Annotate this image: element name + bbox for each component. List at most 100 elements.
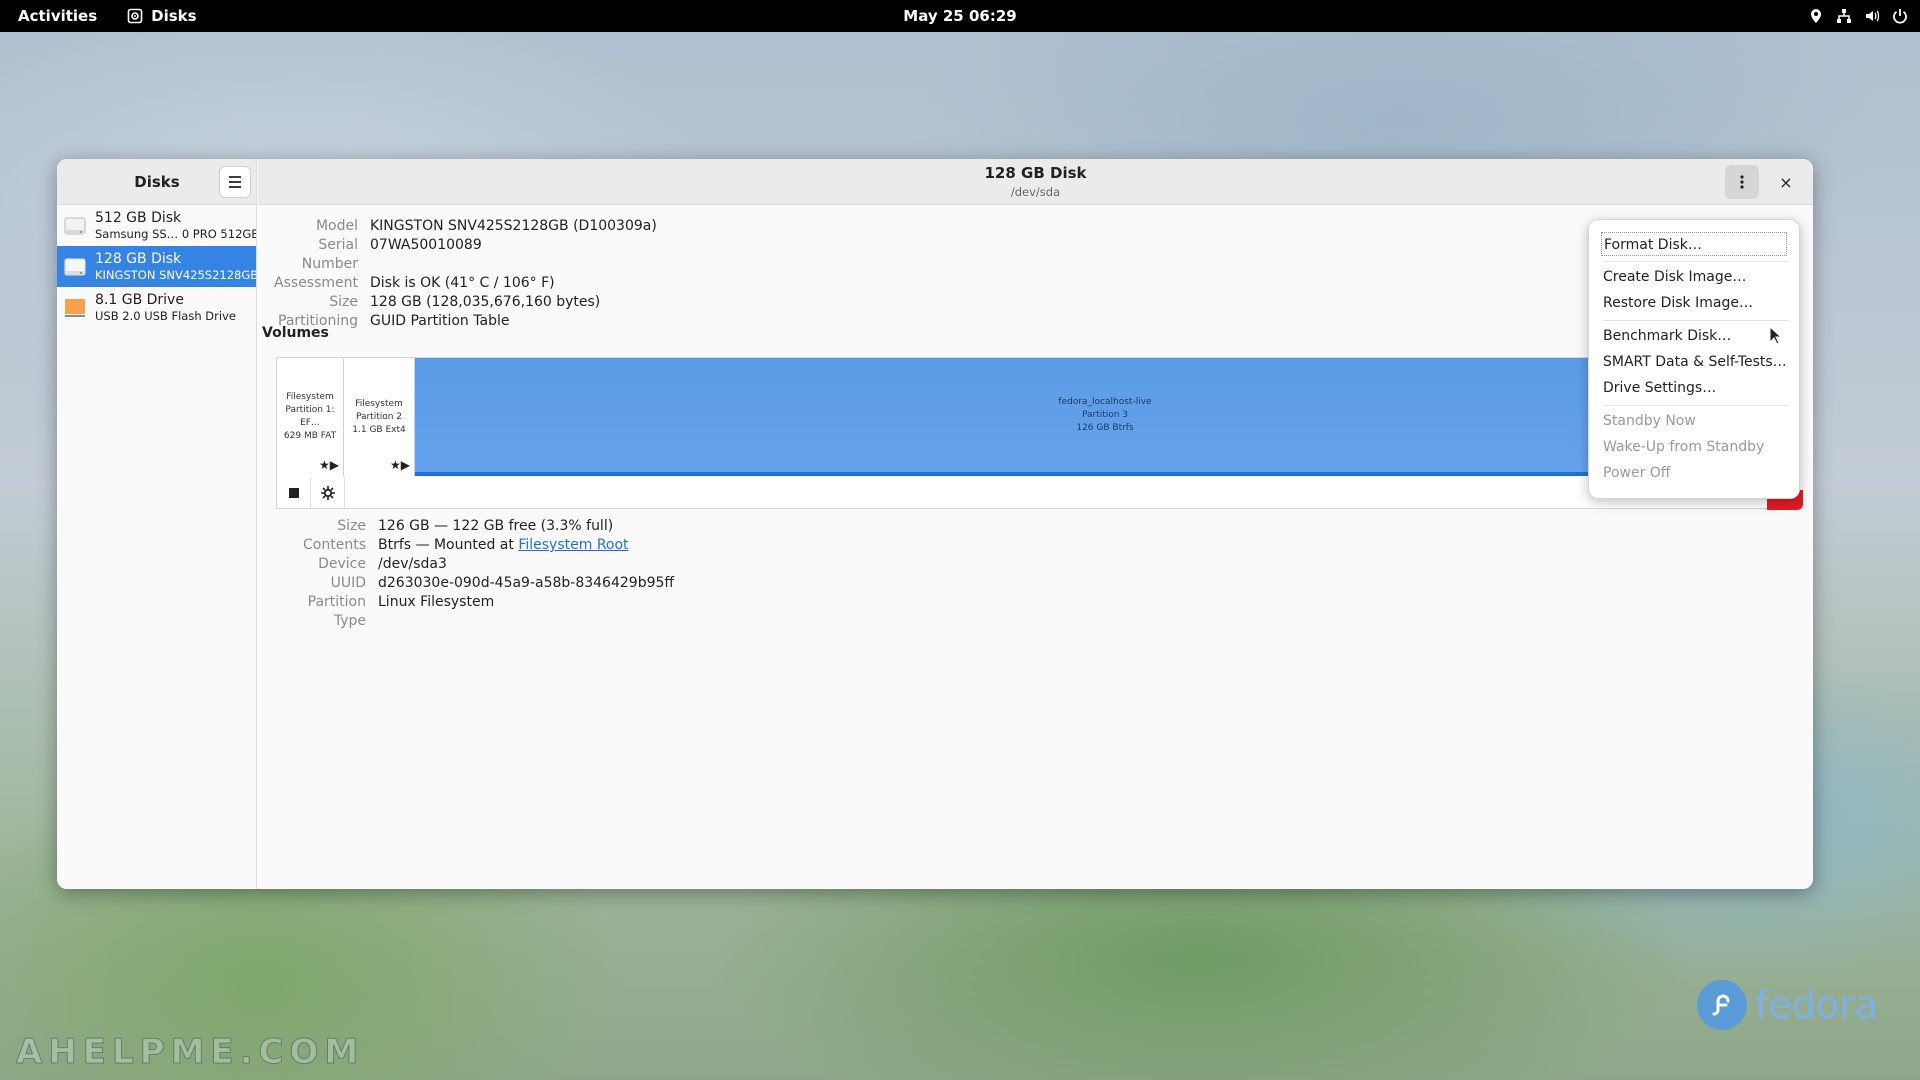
info-value: 126 GB — 122 GB free (3.3% full)	[378, 518, 614, 534]
info-key: Size	[337, 518, 366, 534]
menu-item-restore-image[interactable]: Restore Disk Image…	[1603, 291, 1789, 315]
disk-name: 8.1 GB Drive	[95, 291, 184, 308]
partition-1[interactable]: Filesystem Partition 1: EF… 629 MB FAT ★…	[277, 358, 344, 476]
info-value: Disk is OK (41° C / 106° F)	[370, 275, 555, 291]
info-row-model: Model KINGSTON SNV425S2128GB (D100309a)	[262, 217, 657, 236]
location-icon	[1811, 9, 1821, 23]
info-key: Device	[318, 556, 366, 572]
status-menu[interactable]	[1808, 0, 1908, 32]
mouse-pointer-icon	[1769, 326, 1783, 345]
partition-name: Partition 3	[1081, 409, 1129, 420]
hdd-icon	[64, 258, 86, 275]
partition-size: 1.1 GB Ext4	[352, 424, 406, 435]
gears-icon	[320, 486, 335, 500]
disk-model: USB 2.0 USB Flash Drive	[95, 308, 236, 323]
info-key: Contents	[303, 537, 366, 553]
info-value: d263030e-090d-45a9-a58b-8346429b95ff	[378, 575, 675, 591]
top-bar: Activities Disks May 25 06:29	[0, 0, 1920, 32]
info-value: 128 GB (128,035,676,160 bytes)	[370, 294, 601, 310]
fedora-mark-icon	[1697, 980, 1747, 1030]
clock[interactable]: May 25 06:29	[0, 7, 1920, 25]
drive-options-button[interactable]	[1725, 165, 1759, 199]
sidebar-header: Disks	[57, 159, 256, 205]
sidebar: Disks 512 GB Disk Samsung SS… 0 PRO 512G…	[57, 159, 257, 889]
disks-window: Disks 512 GB Disk Samsung SS… 0 PRO 512G…	[57, 159, 1813, 889]
sidebar-disk-8gb[interactable]: 8.1 GB Drive USB 2.0 USB Flash Drive	[57, 287, 256, 328]
menu-separator	[1603, 261, 1789, 262]
power-icon	[1893, 9, 1907, 24]
volumes-heading: Volumes	[262, 325, 329, 341]
info-key: UUID	[330, 575, 366, 591]
disk-details: 128 GB Disk /dev/sda × Model KINGSTON SNV…	[258, 159, 1813, 889]
app-menu[interactable]: Disks	[127, 7, 197, 25]
partition-size: 126 GB Btrfs	[1076, 422, 1134, 433]
network-icon	[1837, 9, 1851, 23]
partition-options-button[interactable]	[311, 477, 345, 509]
hamburger-icon	[229, 176, 241, 188]
sidebar-disk-512gb[interactable]: 512 GB Disk Samsung SS… 0 PRO 512GB	[57, 205, 256, 246]
volumes-map: Filesystem Partition 1: EF… 629 MB FAT ★…	[276, 357, 1796, 509]
info-value: 07WA50010089	[370, 237, 482, 253]
disks-app-icon	[127, 8, 143, 24]
partition-type: Filesystem	[355, 398, 403, 409]
partition-name: Partition 2	[355, 411, 403, 422]
info-value: GUID Partition Table	[370, 313, 510, 329]
main-menu-button[interactable]	[219, 166, 251, 198]
info-key: Assessment	[274, 275, 358, 291]
info-key: Size	[329, 294, 358, 310]
sidebar-disk-128gb[interactable]: 128 GB Disk KINGSTON SNV425S2128GB	[57, 246, 256, 287]
disk-model: KINGSTON SNV425S2128GB	[95, 267, 256, 282]
window-title: 128 GB Disk	[984, 164, 1087, 182]
partition-name: Partition 1: EF…	[285, 405, 335, 428]
info-key: Model	[315, 218, 358, 234]
partition-type: fedora_localhost-live	[1058, 396, 1152, 407]
info-row-serial: Serial Number 07WA50010089	[262, 236, 657, 274]
info-value: Btrfs — Mounted at Filesystem Root	[378, 536, 629, 555]
stop-icon	[288, 488, 299, 498]
menu-item-create-image[interactable]: Create Disk Image…	[1603, 265, 1789, 289]
partition-size: 629 MB FAT	[283, 431, 337, 441]
info-row-size: Size 128 GB (128,035,676,160 bytes)	[262, 293, 657, 312]
disk-model: Samsung SS… 0 PRO 512GB	[95, 226, 256, 241]
window-subtitle: /dev/sda	[1010, 185, 1061, 199]
menu-separator	[1603, 405, 1789, 406]
activities-button[interactable]: Activities	[18, 7, 97, 25]
header-bar: 128 GB Disk /dev/sda ×	[258, 159, 1813, 205]
unmount-button[interactable]	[277, 477, 311, 509]
menu-item-format-disk[interactable]: Format Disk…	[1601, 232, 1787, 256]
contents-text: Btrfs — Mounted at	[378, 537, 519, 553]
disk-name: 512 GB Disk	[95, 209, 182, 226]
mount-point-link[interactable]: Filesystem Root	[518, 537, 628, 553]
drive-options-menu: Format Disk… Create Disk Image… Restore …	[1588, 219, 1800, 499]
mount-status-icons: ★▶	[319, 458, 339, 472]
menu-item-power-off: Power Off	[1603, 465, 1671, 481]
volume-row-partition-type: Partition Type Linux Filesystem	[276, 593, 674, 631]
fedora-logo: fedora	[1697, 980, 1878, 1030]
info-key: Serial Number	[301, 237, 358, 272]
volume-row-contents: Contents Btrfs — Mounted at Filesystem Ro…	[276, 536, 674, 555]
menu-item-wakeup: Wake-Up from Standby	[1603, 439, 1765, 455]
volume-toolbar	[277, 477, 345, 509]
close-icon: ×	[1779, 172, 1793, 192]
kebab-menu-icon	[1740, 175, 1744, 189]
menu-item-drive-settings[interactable]: Drive Settings…	[1603, 376, 1789, 400]
menu-item-smart[interactable]: SMART Data & Self-Tests…	[1603, 350, 1789, 374]
site-watermark: AHELPME.COM	[15, 1032, 365, 1073]
volume-icon	[1866, 10, 1880, 22]
fedora-wordmark: fedora	[1755, 983, 1879, 1027]
mount-status-icons: ★▶	[390, 458, 410, 472]
volume-row-uuid: UUID d263030e-090d-45a9-a58b-8346429b95ff	[276, 574, 674, 593]
hdd-icon	[64, 217, 86, 234]
menu-item-benchmark[interactable]: Benchmark Disk…	[1603, 324, 1789, 348]
volume-row-device: Device/dev/sda3	[276, 555, 674, 574]
info-key: Partition Type	[307, 594, 366, 629]
disk-name: 128 GB Disk	[95, 250, 182, 267]
close-button[interactable]: ×	[1772, 168, 1800, 196]
app-name: Disks	[151, 7, 197, 25]
info-value: KINGSTON SNV425S2128GB (D100309a)	[370, 218, 657, 234]
menu-separator	[1603, 320, 1789, 321]
info-value: Linux Filesystem	[378, 594, 495, 610]
info-value: /dev/sda3	[378, 556, 447, 572]
partition-2[interactable]: Filesystem Partition 2 1.1 GB Ext4 ★▶	[344, 358, 415, 476]
usb-drive-icon	[65, 298, 85, 317]
